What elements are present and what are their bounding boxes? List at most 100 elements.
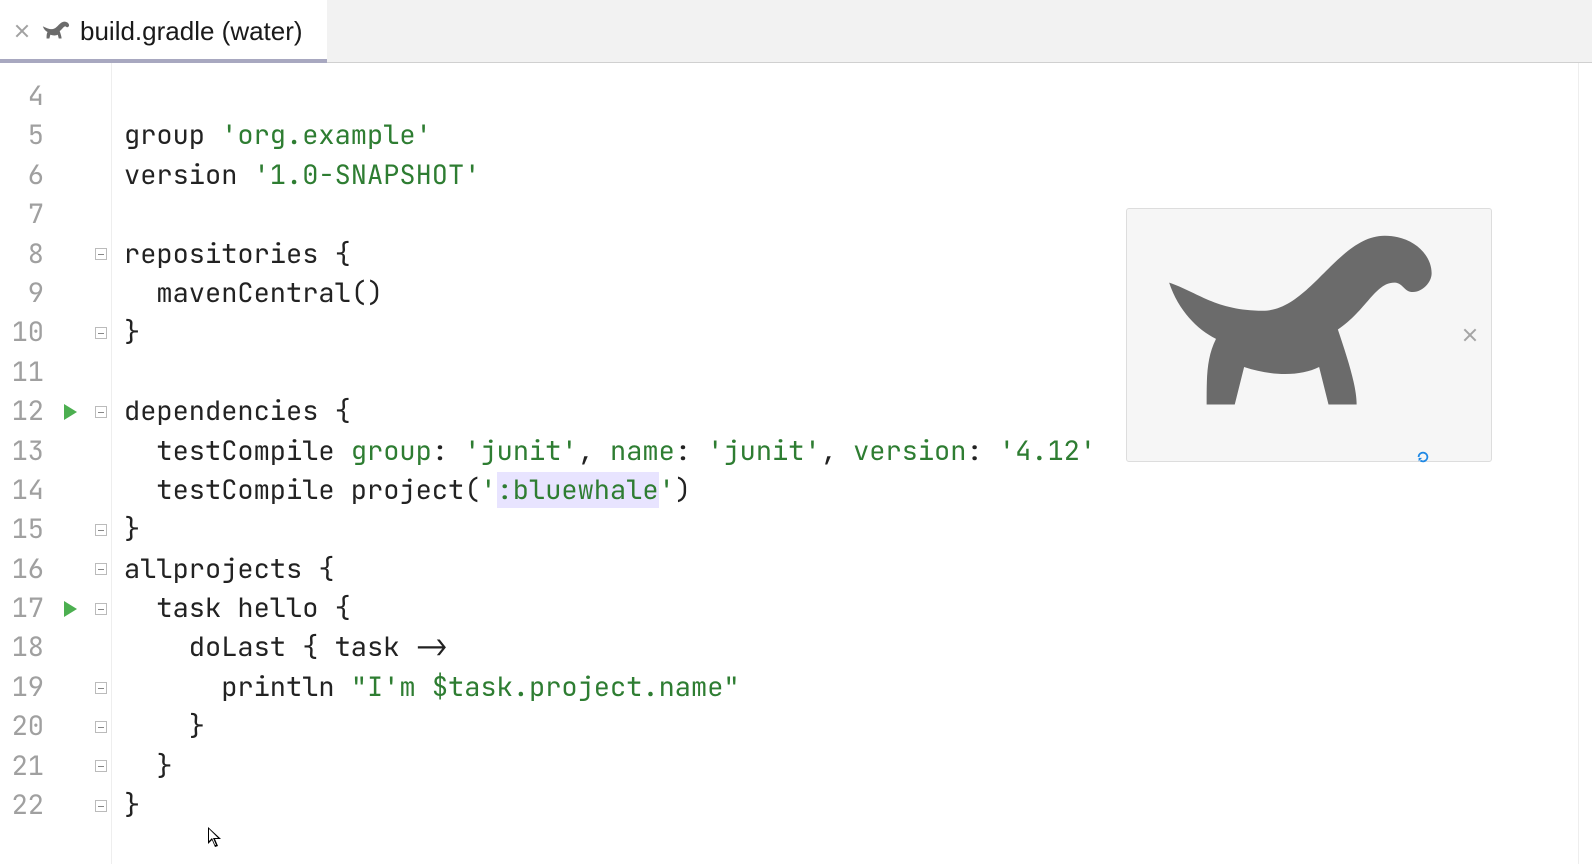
code-line[interactable]: testCompile project(':bluewhale') xyxy=(124,471,1568,510)
fold-gutter-slot[interactable] xyxy=(90,668,111,707)
fold-toggle-icon[interactable] xyxy=(95,682,107,694)
code-line[interactable]: group 'org.example' xyxy=(124,116,1568,155)
fold-gutter-slot xyxy=(90,274,111,313)
code-area[interactable]: group 'org.example'version '1.0-SNAPSHOT… xyxy=(112,63,1578,864)
line-number: 5 xyxy=(0,116,44,155)
code-token: testCompile project( xyxy=(124,472,480,508)
fold-toggle-icon[interactable] xyxy=(95,248,107,260)
code-line[interactable]: println "I'm $task.project.name" xyxy=(124,668,1568,707)
run-gutter-slot xyxy=(50,313,90,352)
run-gutter-slot xyxy=(50,116,90,155)
code-token: mavenCentral() xyxy=(124,275,383,311)
run-line-icon[interactable] xyxy=(64,404,77,420)
run-gutter-slot xyxy=(50,471,90,510)
code-line[interactable]: doLast { task -> xyxy=(124,628,1568,667)
line-number: 20 xyxy=(0,707,44,746)
line-number: 10 xyxy=(0,313,44,352)
fold-gutter-slot[interactable] xyxy=(90,313,111,352)
fold-gutter-slot xyxy=(90,116,111,155)
fold-gutter-slot xyxy=(90,628,111,667)
code-line[interactable] xyxy=(124,77,1568,116)
code-token: '1.0-SNAPSHOT' xyxy=(254,157,481,193)
line-number: 13 xyxy=(0,432,44,471)
line-number: 14 xyxy=(0,471,44,510)
fold-toggle-icon[interactable] xyxy=(95,721,107,733)
fold-gutter-slot[interactable] xyxy=(90,510,111,549)
code-token: , xyxy=(821,433,853,469)
run-gutter-slot xyxy=(50,628,90,667)
line-number: 19 xyxy=(0,668,44,707)
fold-toggle-icon[interactable] xyxy=(95,800,107,812)
close-notification-icon[interactable] xyxy=(1463,328,1477,342)
fold-gutter-slot[interactable] xyxy=(90,786,111,825)
code-line[interactable]: } xyxy=(124,510,1568,549)
fold-gutter-slot[interactable] xyxy=(90,589,111,628)
run-gutter-slot xyxy=(50,156,90,195)
fold-gutter-slot xyxy=(90,353,111,392)
fold-gutter-slot[interactable] xyxy=(90,235,111,274)
line-number: 16 xyxy=(0,550,44,589)
run-gutter-slot[interactable] xyxy=(50,589,90,628)
code-token: version xyxy=(853,433,966,469)
line-number: 18 xyxy=(0,628,44,667)
code-token: ) xyxy=(675,472,691,508)
close-tab-icon[interactable] xyxy=(14,23,30,39)
fold-toggle-icon[interactable] xyxy=(95,327,107,339)
run-gutter-slot xyxy=(50,707,90,746)
fold-toggle-icon[interactable] xyxy=(95,524,107,536)
code-line[interactable]: } xyxy=(124,786,1568,825)
fold-toggle-icon[interactable] xyxy=(95,603,107,615)
code-editor[interactable]: 45678910111213141516171819202122 group '… xyxy=(0,63,1592,864)
code-line[interactable]: } xyxy=(124,707,1568,746)
code-token: $task.project.name xyxy=(432,669,724,705)
gradle-elephant-icon xyxy=(1141,415,1441,451)
fold-gutter-slot[interactable] xyxy=(90,550,111,589)
code-token: group xyxy=(351,433,432,469)
run-line-icon[interactable] xyxy=(64,601,77,617)
fold-toggle-icon[interactable] xyxy=(95,563,107,575)
code-token: allprojects { xyxy=(124,551,335,587)
editor-tab-bar: build.gradle (water) xyxy=(0,0,1592,63)
run-gutter-slot xyxy=(50,195,90,234)
code-token: ' xyxy=(659,472,675,508)
line-number: 12 xyxy=(0,392,44,431)
run-gutter-slot[interactable] xyxy=(50,392,90,431)
gradle-reload-notification xyxy=(1126,208,1492,462)
code-token: name xyxy=(610,433,675,469)
line-number: 15 xyxy=(0,510,44,549)
editor-scrollbar[interactable] xyxy=(1578,63,1592,864)
code-line[interactable]: } xyxy=(124,747,1568,786)
code-line[interactable]: task hello { xyxy=(124,589,1568,628)
run-gutter-slot xyxy=(50,786,90,825)
gradle-elephant-icon xyxy=(40,19,70,43)
code-token: repositories { xyxy=(124,236,351,272)
code-token: println xyxy=(124,669,351,705)
editor-tab-active[interactable]: build.gradle (water) xyxy=(0,0,327,62)
gradle-reload-button[interactable] xyxy=(1141,217,1441,453)
line-number: 6 xyxy=(0,156,44,195)
code-token: task hello { xyxy=(124,590,351,626)
run-gutter-slot xyxy=(50,668,90,707)
line-number: 7 xyxy=(0,195,44,234)
run-gutter-slot xyxy=(50,432,90,471)
code-token: " xyxy=(723,669,739,705)
run-gutter xyxy=(50,63,90,864)
line-number: 17 xyxy=(0,589,44,628)
run-gutter-slot xyxy=(50,274,90,313)
line-number-gutter: 45678910111213141516171819202122 xyxy=(0,63,50,864)
code-token: 'org.example' xyxy=(221,117,432,153)
code-token: : xyxy=(966,433,998,469)
fold-toggle-icon[interactable] xyxy=(95,406,107,418)
run-gutter-slot xyxy=(50,77,90,116)
code-token: doLast { task -> xyxy=(124,629,448,665)
fold-toggle-icon[interactable] xyxy=(95,760,107,772)
line-number: 8 xyxy=(0,235,44,274)
code-token: "I'm xyxy=(351,669,432,705)
code-token: : xyxy=(432,433,464,469)
fold-gutter-slot xyxy=(90,156,111,195)
fold-gutter-slot[interactable] xyxy=(90,707,111,746)
code-line[interactable]: allprojects { xyxy=(124,550,1568,589)
code-line[interactable]: version '1.0-SNAPSHOT' xyxy=(124,156,1568,195)
fold-gutter-slot[interactable] xyxy=(90,747,111,786)
fold-gutter-slot[interactable] xyxy=(90,392,111,431)
